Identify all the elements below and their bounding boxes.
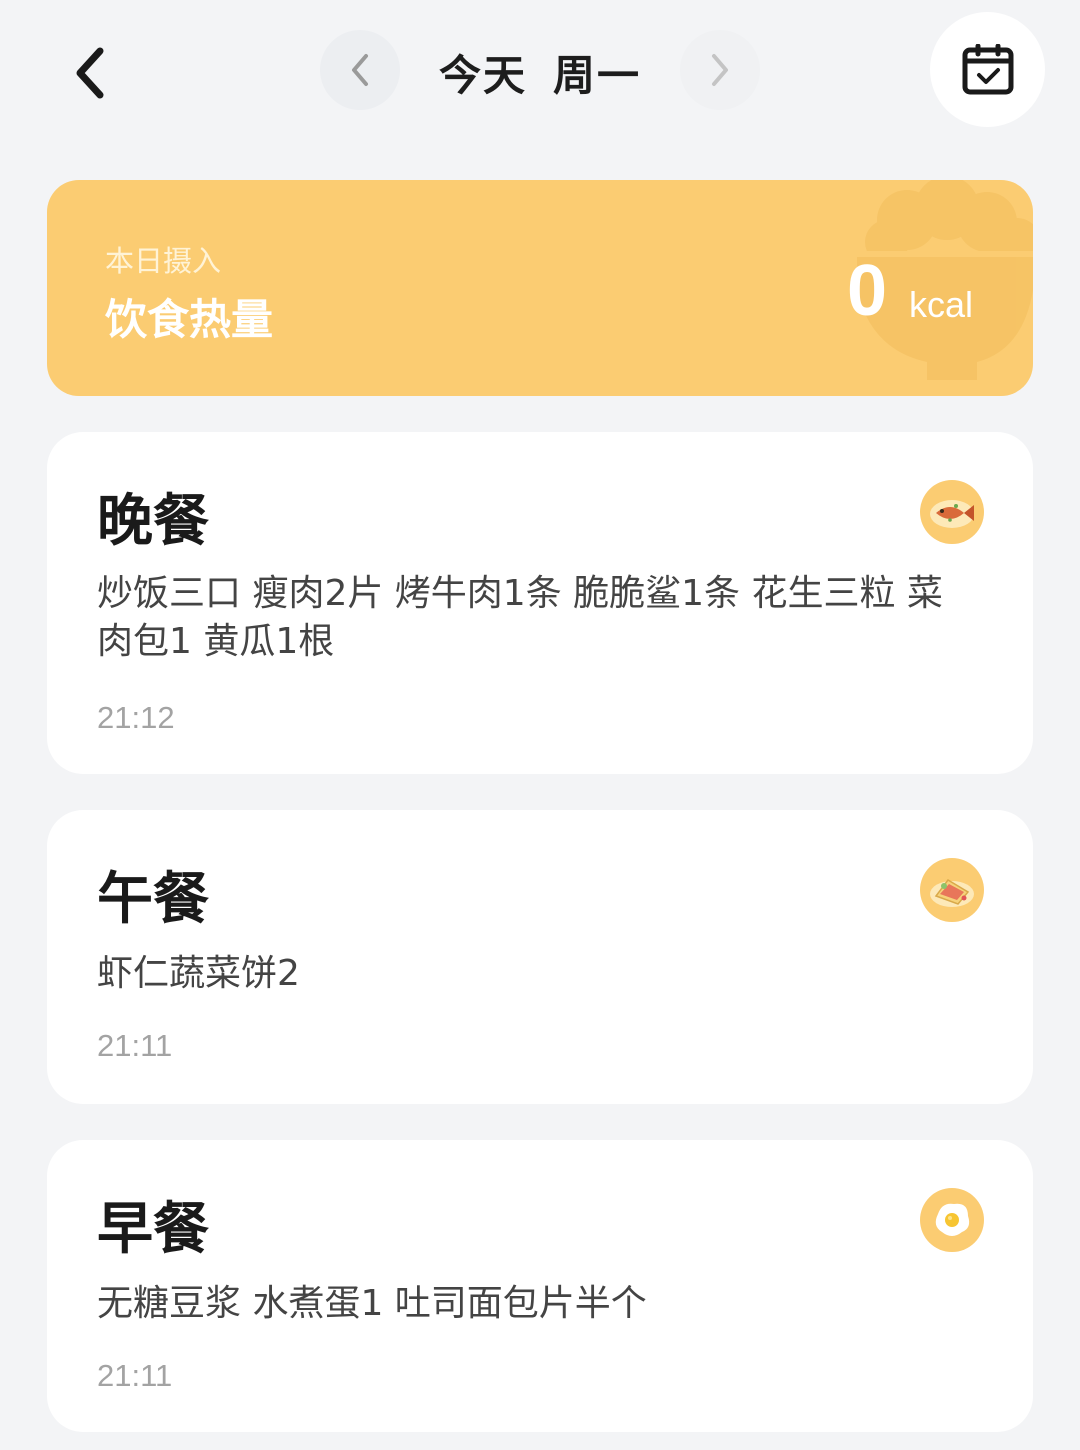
meal-title: 早餐: [97, 1197, 209, 1262]
calorie-value: 0: [847, 251, 888, 331]
meal-time: 21:11: [97, 1358, 173, 1393]
meal-items: 虾仁蔬菜饼2: [97, 953, 300, 994]
meal-time: 21:11: [97, 1028, 173, 1063]
chevron-right-icon: [712, 54, 728, 86]
chevron-left-icon: [76, 47, 104, 99]
meal-icon: [920, 858, 984, 922]
back-button[interactable]: [60, 38, 120, 108]
meal-card-lunch[interactable]: 午餐 虾仁蔬菜饼2 21:11: [47, 810, 1033, 1104]
meal-title: 晚餐: [97, 489, 209, 554]
previous-day-button[interactable]: [320, 30, 400, 110]
meal-items: 炒饭三口 瘦肉2片 烤牛肉1条 脆脆鲨1条 花生三粒 菜肉包1 黄瓜1根: [97, 573, 943, 662]
summary-subtitle: 本日摄入: [105, 244, 222, 278]
next-day-button[interactable]: [680, 30, 760, 110]
meal-title: 午餐: [97, 867, 209, 932]
meal-card-breakfast[interactable]: 早餐 无糖豆浆 水煮蛋1 吐司面包片半个 21:11: [47, 1140, 1033, 1432]
calorie-summary-card: 本日摄入 饮食热量 0 kcal: [47, 180, 1033, 396]
sandwich-icon: [930, 879, 974, 907]
top-bar: 今天 周一: [0, 0, 1080, 150]
meal-card-dinner[interactable]: 晚餐 炒饭三口 瘦肉2片 烤牛肉1条 脆脆鲨1条 花生三粒 菜肉包1 黄瓜1根 …: [47, 432, 1033, 774]
meal-icon: [920, 480, 984, 544]
meal-time: 21:12: [97, 700, 175, 735]
fish-dish-icon: [930, 500, 974, 528]
meal-icon: [920, 1188, 984, 1252]
chevron-left-icon: [352, 54, 368, 86]
day-label: 今天: [438, 50, 527, 100]
meal-items: 无糖豆浆 水煮蛋1 吐司面包片半个: [97, 1283, 647, 1324]
weekday-label: 周一: [553, 50, 642, 100]
calendar-check-icon: [962, 43, 1013, 94]
fried-egg-icon: [935, 1203, 970, 1236]
calorie-unit: kcal: [909, 284, 974, 325]
summary-title: 饮食热量: [105, 295, 274, 344]
diet-log-screen: 今天 周一 本日摄入 饮食热量 0 kcal 晚餐 炒饭三口 瘦肉2片 烤牛肉1…: [0, 0, 1080, 1450]
calendar-button[interactable]: [930, 12, 1045, 127]
date-title: 今天 周一: [400, 40, 680, 104]
